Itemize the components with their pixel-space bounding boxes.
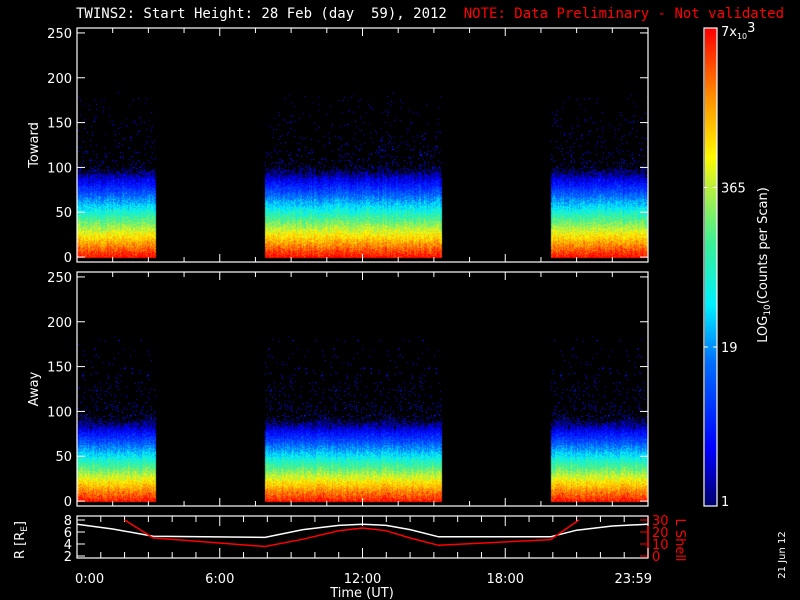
colorbar-tick-label: 365 bbox=[721, 181, 746, 196]
orbit-right-ylabel: L Shell bbox=[672, 518, 687, 561]
toward-ylabel: Toward bbox=[27, 122, 42, 169]
colorbar-tick-label: 7x103 bbox=[721, 21, 755, 41]
colorbar-tick-label: 1 bbox=[721, 495, 729, 510]
chart-axes: 050100150200250 050100150200250 86423020… bbox=[13, 21, 788, 600]
ytick-label: 100 bbox=[47, 161, 72, 176]
colorbar-tick-label: 19 bbox=[721, 341, 738, 356]
ytick-label: 200 bbox=[47, 316, 72, 331]
away-ylabel: Away bbox=[27, 371, 42, 406]
ytick-label: 200 bbox=[47, 72, 72, 87]
toward-axes: 0 50 100 150 200 250 bbox=[47, 27, 649, 266]
xtick-label: 18:00 bbox=[487, 572, 524, 587]
ytick-label: 250 bbox=[47, 27, 72, 42]
date-stamp: 21 Jun 12 bbox=[777, 531, 788, 578]
orbit-left-ylabel: R [RE] bbox=[13, 521, 30, 559]
orbit-xlabel: Time (UT) bbox=[329, 586, 394, 600]
xtick-label: 6:00 bbox=[205, 572, 234, 587]
ytick-label: 250 bbox=[47, 271, 72, 286]
colorbar-label: LOG10(Counts per Scan) bbox=[756, 187, 773, 343]
away-axes: 0 50 100 150 200 250 bbox=[47, 271, 649, 510]
plot-frame bbox=[76, 27, 649, 263]
plot-frame bbox=[76, 271, 649, 507]
xtick-label: 23:59 bbox=[615, 572, 652, 587]
ytick-label: 150 bbox=[47, 117, 72, 132]
orbit-axes: 864230201000:00 6:00 12:00 18:00 23:59 bbox=[64, 514, 669, 587]
ytick-label: 0 bbox=[64, 495, 72, 510]
lshell-line bbox=[124, 519, 580, 548]
ytick-label: 150 bbox=[47, 361, 72, 376]
colorbar-axes: 7x103 365 19 1 bbox=[703, 21, 755, 510]
xtick-label: 0:00 bbox=[75, 572, 104, 587]
xtick-label: 12:00 bbox=[344, 572, 381, 587]
colorbar-frame bbox=[703, 27, 718, 507]
ytick-label: 100 bbox=[47, 405, 72, 420]
ytick-left-label: 2 bbox=[64, 550, 72, 565]
ytick-label: 50 bbox=[55, 450, 72, 465]
ytick-right-label: 0 bbox=[652, 550, 660, 565]
ytick-label: 50 bbox=[55, 206, 72, 221]
ytick-label: 0 bbox=[64, 251, 72, 266]
